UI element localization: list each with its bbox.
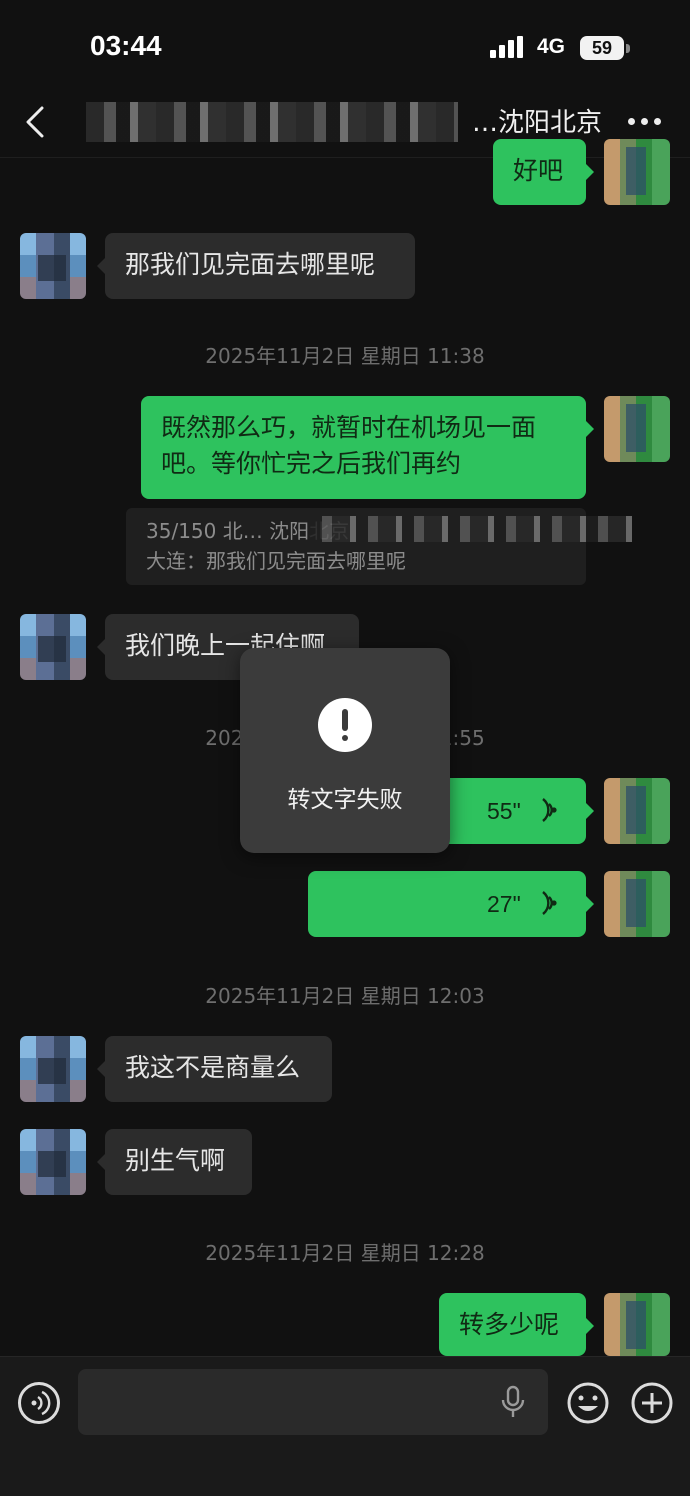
- timestamp: 2025年11月2日 星期日 12:03: [205, 984, 485, 1008]
- message-bubble-outgoing[interactable]: 好吧: [493, 139, 586, 205]
- error-toast: 转文字失败: [240, 648, 450, 853]
- input-bar: [0, 1356, 690, 1496]
- back-icon[interactable]: [22, 104, 52, 140]
- bubble-tail: [586, 803, 594, 819]
- chat-header: …沈阳北京: [0, 86, 690, 158]
- voice-mode-button[interactable]: [18, 1382, 60, 1424]
- message-text-line: 吧。等你忙完之后我们再约: [161, 449, 462, 478]
- message-bubble-incoming[interactable]: 那我们见完面去哪里呢: [105, 233, 415, 299]
- avatar-self[interactable]: [604, 396, 670, 462]
- microphone-icon[interactable]: [500, 1385, 526, 1419]
- message-text-line: 既然那么巧，就暂时在机场见一面: [161, 413, 537, 442]
- message-bubble-outgoing[interactable]: 转多少呢: [439, 1293, 586, 1356]
- bubble-tail: [97, 1154, 105, 1170]
- signal-icon: [490, 36, 524, 58]
- message-text: 那我们见完面去哪里呢: [125, 250, 376, 279]
- timestamp: 2025年11月2日 星期日 11:38: [205, 344, 485, 368]
- bubble-tail: [97, 639, 105, 655]
- message-text: 转多少呢: [459, 1310, 560, 1339]
- message-text: 好吧: [513, 156, 564, 185]
- toast-text: 转文字失败: [287, 787, 403, 813]
- message-bubble-outgoing[interactable]: 既然那么巧，就暂时在机场见一面 吧。等你忙完之后我们再约: [141, 396, 586, 499]
- exclamation-icon: [318, 698, 372, 752]
- avatar-contact[interactable]: [20, 1129, 86, 1195]
- avatar-self[interactable]: [604, 1293, 670, 1356]
- voice-wave-icon: [542, 798, 557, 822]
- bubble-tail: [586, 1318, 594, 1334]
- message-text: 别生气啊: [125, 1146, 226, 1175]
- battery-nub: [626, 44, 630, 53]
- avatar-contact[interactable]: [20, 1036, 86, 1102]
- status-time: 03:44: [90, 30, 162, 61]
- plus-icon[interactable]: [630, 1381, 674, 1425]
- avatar-self[interactable]: [604, 778, 670, 844]
- voice-wave-icon: [542, 891, 557, 915]
- quote-redaction: [310, 516, 632, 542]
- bubble-tail: [97, 1061, 105, 1077]
- bubble-tail: [586, 421, 594, 437]
- network-type: 4G: [537, 35, 566, 58]
- voice-wave-icon: [31, 1390, 51, 1416]
- bubble-tail: [97, 258, 105, 274]
- voice-duration: 27": [487, 891, 521, 917]
- avatar-contact[interactable]: [20, 614, 86, 680]
- avatar-contact[interactable]: [20, 233, 86, 299]
- bubble-tail: [586, 896, 594, 912]
- message-bubble-incoming[interactable]: 别生气啊: [105, 1129, 252, 1195]
- bubble-tail: [586, 164, 594, 180]
- quoted-message[interactable]: 35/150 北… 沈阳北京 大连：那我们见完面去哪里呢: [126, 508, 632, 585]
- avatar-self[interactable]: [604, 139, 670, 205]
- message-bubble-incoming[interactable]: 我这不是商量么: [105, 1036, 332, 1102]
- emoji-icon[interactable]: [566, 1381, 610, 1425]
- more-icon[interactable]: [628, 118, 662, 128]
- battery-icon: 59: [580, 36, 624, 60]
- message-input[interactable]: [78, 1369, 548, 1435]
- title-redaction: [86, 102, 458, 142]
- avatar-self[interactable]: [604, 871, 670, 937]
- voice-duration: 55": [487, 798, 521, 824]
- message-text: 我这不是商量么: [125, 1053, 301, 1082]
- quote-line: 大连：那我们见完面去哪里呢: [146, 549, 406, 573]
- timestamp: 2025年11月2日 星期日 12:28: [205, 1241, 485, 1265]
